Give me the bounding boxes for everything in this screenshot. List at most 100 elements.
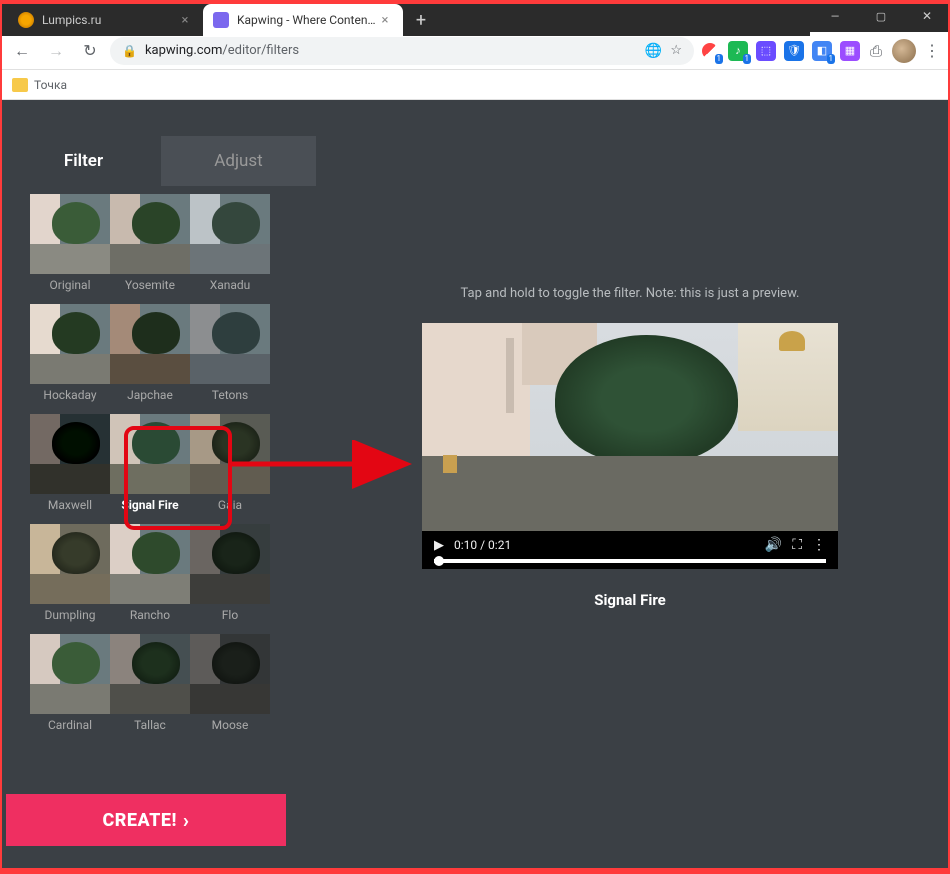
filter-thumbnail <box>190 634 270 714</box>
filter-original[interactable]: Original <box>30 194 110 292</box>
filter-label: Cardinal <box>30 718 110 732</box>
filter-label: Original <box>30 278 110 292</box>
preview-hint: Tap and hold to toggle the filter. Note:… <box>461 286 800 301</box>
fullscreen-icon[interactable]: ⛶ <box>792 537 802 553</box>
window-close-button[interactable] <box>904 0 950 32</box>
filter-label: Tetons <box>190 388 270 402</box>
browser-tab-lumpics[interactable]: Lumpics.ru × <box>8 4 203 36</box>
sidebar-tabs: Filter Adjust <box>6 136 316 186</box>
filter-thumbnail <box>30 414 110 494</box>
filter-japchae[interactable]: Japchae <box>110 304 190 402</box>
bookmarks-bar: Точка <box>0 70 950 100</box>
selected-filter-name: Signal Fire <box>594 591 666 609</box>
translate-icon[interactable]: 🌐 <box>645 43 662 59</box>
new-tab-button[interactable]: + <box>407 6 435 34</box>
filter-thumbnail <box>190 524 270 604</box>
filter-moose[interactable]: Moose <box>190 634 270 732</box>
sidebar: Filter Adjust OriginalYosemiteXanadu Hock… <box>6 136 316 846</box>
create-button[interactable]: CREATE! › <box>6 794 286 846</box>
address-bar[interactable]: 🔒 kapwing.com/editor/filters 🌐 ☆ <box>110 37 694 65</box>
profile-avatar[interactable] <box>892 39 916 63</box>
filter-gaia[interactable]: Gaia <box>190 414 270 512</box>
video-frame <box>422 323 838 531</box>
filter-dumpling[interactable]: Dumpling <box>30 524 110 622</box>
extension-icon[interactable]: 1 <box>700 41 720 61</box>
browser-tabstrip: Lumpics.ru × Kapwing - Where Content Cre… <box>0 0 810 36</box>
filter-thumbnail <box>110 304 190 384</box>
extension-icon[interactable]: ♪1 <box>728 41 748 61</box>
filter-tetons[interactable]: Tetons <box>190 304 270 402</box>
lock-icon: 🔒 <box>122 44 137 58</box>
extension-icon[interactable]: ▦ <box>840 41 860 61</box>
video-player[interactable]: ▶ 0:10 / 0:21 🔊 ⛶ ⋮ <box>422 323 838 569</box>
filter-label: Moose <box>190 718 270 732</box>
filter-label: Maxwell <box>30 498 110 512</box>
filter-thumbnail <box>190 414 270 494</box>
filter-signal-fire[interactable]: Signal Fire <box>110 414 190 512</box>
filter-thumbnail <box>30 524 110 604</box>
forward-button[interactable]: → <box>42 37 70 65</box>
video-progress[interactable] <box>434 559 826 563</box>
extension-icons: 1 ♪1 ⬚ 🛡 ◧1 ▦ <box>700 41 860 61</box>
filter-thumbnail <box>110 634 190 714</box>
window-minimize-button[interactable] <box>812 0 858 32</box>
tab-close-icon[interactable]: × <box>377 13 393 28</box>
video-time: 0:10 / 0:21 <box>454 538 511 552</box>
reader-mode-icon[interactable]: ⎙ <box>866 42 886 60</box>
video-controls: ▶ 0:10 / 0:21 🔊 ⛶ ⋮ <box>422 531 838 559</box>
filter-xanadu[interactable]: Xanadu <box>190 194 270 292</box>
play-icon[interactable]: ▶ <box>434 538 444 553</box>
browser-tab-kapwing[interactable]: Kapwing - Where Content Creati... × <box>203 4 403 36</box>
tab-close-icon[interactable]: × <box>177 13 193 28</box>
filter-thumbnail <box>190 194 270 274</box>
filter-label: Hockaday <box>30 388 110 402</box>
bookmark-star-icon[interactable]: ☆ <box>670 43 682 58</box>
filter-maxwell[interactable]: Maxwell <box>30 414 110 512</box>
filter-thumbnail <box>30 634 110 714</box>
back-button[interactable]: ← <box>8 37 36 65</box>
extension-icon[interactable]: ◧1 <box>812 41 832 61</box>
favicon-icon <box>213 12 229 28</box>
filter-label: Signal Fire <box>110 498 190 512</box>
extension-icon[interactable]: 🛡 <box>784 41 804 61</box>
tab-filter[interactable]: Filter <box>6 136 161 186</box>
tab-title: Lumpics.ru <box>42 13 177 27</box>
filter-cardinal[interactable]: Cardinal <box>30 634 110 732</box>
chevron-right-icon: › <box>183 808 190 832</box>
filter-flo[interactable]: Flo <box>190 524 270 622</box>
create-label: CREATE! <box>103 810 177 831</box>
video-menu-icon[interactable]: ⋮ <box>812 537 826 553</box>
filter-yosemite[interactable]: Yosemite <box>110 194 190 292</box>
filter-thumbnail <box>110 194 190 274</box>
folder-icon <box>12 78 28 92</box>
filter-label: Rancho <box>110 608 190 622</box>
bookmark-folder[interactable]: Точка <box>34 78 67 92</box>
filter-thumbnail <box>30 194 110 274</box>
filter-grid: OriginalYosemiteXanadu HockadayJapchaeTet… <box>6 186 316 794</box>
filter-hockaday[interactable]: Hockaday <box>30 304 110 402</box>
filter-thumbnail <box>30 304 110 384</box>
filter-label: Dumpling <box>30 608 110 622</box>
filter-label: Tallac <box>110 718 190 732</box>
filter-label: Japchae <box>110 388 190 402</box>
browser-toolbar: ← → ↻ 🔒 kapwing.com/editor/filters 🌐 ☆ 1… <box>0 32 950 70</box>
tab-adjust[interactable]: Adjust <box>161 136 316 186</box>
app-content: Filter Adjust OriginalYosemiteXanadu Hock… <box>6 136 944 846</box>
reload-button[interactable]: ↻ <box>76 37 104 65</box>
filter-tallac[interactable]: Tallac <box>110 634 190 732</box>
preview-pane: Tap and hold to toggle the filter. Note:… <box>316 136 944 846</box>
url-text: kapwing.com/editor/filters <box>145 43 637 58</box>
filter-label: Flo <box>190 608 270 622</box>
tab-title: Kapwing - Where Content Creati... <box>237 13 377 27</box>
extension-icon[interactable]: ⬚ <box>756 41 776 61</box>
filter-label: Gaia <box>190 498 270 512</box>
browser-menu-icon[interactable]: ⋮ <box>922 41 942 60</box>
filter-rancho[interactable]: Rancho <box>110 524 190 622</box>
filter-thumbnail <box>110 524 190 604</box>
filter-thumbnail <box>190 304 270 384</box>
volume-icon[interactable]: 🔊 <box>765 537 782 553</box>
filter-label: Yosemite <box>110 278 190 292</box>
filter-thumbnail <box>110 414 190 494</box>
window-maximize-button[interactable] <box>858 0 904 32</box>
filter-label: Xanadu <box>190 278 270 292</box>
